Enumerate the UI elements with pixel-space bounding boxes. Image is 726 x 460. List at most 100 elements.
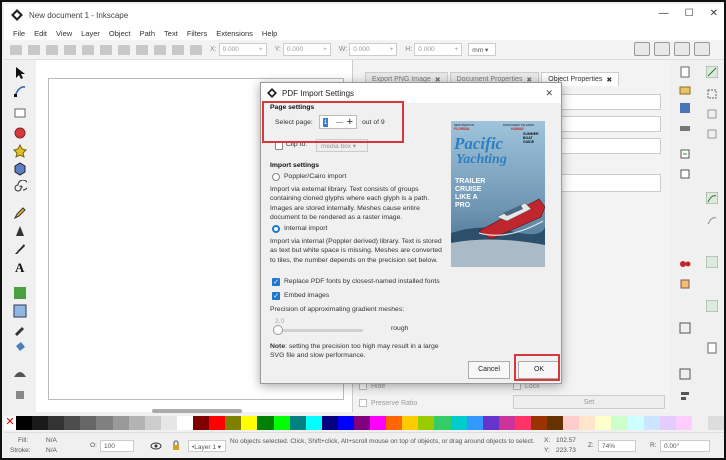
palette-swatch[interactable]: [466, 416, 483, 430]
palette-swatch[interactable]: [289, 416, 306, 430]
internal-import-radio[interactable]: [272, 225, 280, 233]
palette-swatch[interactable]: [450, 416, 467, 430]
palette-swatch[interactable]: [193, 416, 210, 430]
clip-to-checkbox[interactable]: [275, 142, 283, 150]
palette-swatch[interactable]: [482, 416, 499, 430]
ellipse-tool-icon[interactable]: [13, 126, 27, 140]
palette-swatch[interactable]: [418, 416, 435, 430]
palette-swatch[interactable]: [402, 416, 419, 430]
flip-horizontal-icon[interactable]: [100, 44, 112, 55]
palette-swatch[interactable]: [386, 416, 403, 430]
spiral-tool-icon[interactable]: [13, 180, 27, 194]
visibility-eye-icon[interactable]: [150, 440, 162, 452]
tweak-tool-icon[interactable]: [13, 366, 27, 380]
palette-swatch[interactable]: [305, 416, 322, 430]
zoom-field[interactable]: 74%: [598, 440, 636, 452]
raise-to-top-icon[interactable]: [136, 44, 148, 55]
palette-swatch[interactable]: [370, 416, 387, 430]
select-all-icon[interactable]: [10, 44, 22, 55]
lock-layer-icon[interactable]: [170, 440, 182, 452]
palette-swatch[interactable]: [241, 416, 258, 430]
deselect-icon[interactable]: [46, 44, 58, 55]
embed-images-checkbox[interactable]: ✓: [272, 292, 280, 300]
palette-swatch[interactable]: [112, 416, 129, 430]
snap-center-icon[interactable]: [706, 300, 718, 312]
star-tool-icon[interactable]: [13, 144, 27, 158]
layer-select[interactable]: •Layer 1 ▾: [188, 440, 226, 452]
palette-swatch[interactable]: [48, 416, 65, 430]
stroke-value[interactable]: N/A: [46, 447, 57, 454]
palette-swatch[interactable]: [32, 416, 49, 430]
palette-swatch[interactable]: [160, 416, 177, 430]
palette-swatch[interactable]: [225, 416, 242, 430]
palette-swatch[interactable]: [708, 416, 724, 430]
palette-swatch[interactable]: [144, 416, 161, 430]
precision-slider-handle[interactable]: [273, 325, 283, 335]
3d-box-tool-icon[interactable]: [13, 162, 27, 176]
mesh-tool-icon[interactable]: [13, 304, 27, 318]
new-document-icon[interactable]: [679, 66, 691, 78]
snap-page-icon[interactable]: [706, 342, 718, 354]
palette-swatch[interactable]: [128, 416, 145, 430]
palette-swatch[interactable]: [16, 416, 33, 430]
flip-vertical-icon[interactable]: [118, 44, 130, 55]
precision-slider-track[interactable]: [275, 329, 363, 332]
transform-corners-icon[interactable]: [654, 42, 670, 56]
xml-editor-icon[interactable]: [679, 368, 691, 380]
y-field[interactable]: 0.000 +: [282, 43, 331, 56]
export-icon[interactable]: [679, 168, 691, 180]
lower-icon[interactable]: [172, 44, 184, 55]
select-all-layers-icon[interactable]: [28, 44, 40, 55]
palette-swatch[interactable]: [273, 416, 290, 430]
set-button[interactable]: Set: [513, 395, 665, 409]
palette-swatch[interactable]: [675, 416, 692, 430]
menu-object[interactable]: Object: [109, 29, 131, 38]
units-select[interactable]: mm ▾: [468, 43, 497, 56]
maximize-button[interactable]: ☐: [685, 8, 694, 19]
replace-fonts-checkbox[interactable]: ✓: [272, 278, 280, 286]
palette-swatch[interactable]: [547, 416, 564, 430]
color-palette[interactable]: ✕: [4, 416, 724, 430]
transform-gradients-icon[interactable]: [674, 42, 690, 56]
palette-swatch[interactable]: [627, 416, 644, 430]
preserve-ratio-checkbox[interactable]: Preserve Ratio: [359, 399, 417, 407]
snap-bbox-corner-icon[interactable]: [706, 128, 718, 140]
menu-extensions[interactable]: Extensions: [216, 29, 253, 38]
spray-tool-icon[interactable]: [13, 386, 27, 400]
save-icon[interactable]: [679, 102, 691, 114]
palette-swatch[interactable]: [434, 416, 451, 430]
open-document-icon[interactable]: [679, 84, 691, 96]
paint-bucket-tool-icon[interactable]: [13, 340, 27, 354]
snap-toggle-icon[interactable]: [706, 66, 718, 78]
transform-stroke-icon[interactable]: [634, 42, 650, 56]
transform-patterns-icon[interactable]: [694, 42, 710, 56]
object-label-field[interactable]: [551, 116, 661, 132]
palette-swatch[interactable]: [337, 416, 354, 430]
palette-swatch[interactable]: [531, 416, 548, 430]
menu-text[interactable]: Text: [164, 29, 178, 38]
palette-swatch[interactable]: [579, 416, 596, 430]
palette-swatch[interactable]: [96, 416, 113, 430]
h-field[interactable]: 0.000 +: [414, 43, 463, 56]
import-icon[interactable]: [679, 148, 691, 160]
palette-swatch[interactable]: [643, 416, 660, 430]
menu-edit[interactable]: Edit: [34, 29, 47, 38]
palette-swatch[interactable]: [257, 416, 274, 430]
opacity-field[interactable]: 100: [100, 440, 134, 452]
align-icon[interactable]: [679, 390, 691, 402]
palette-swatch[interactable]: [595, 416, 612, 430]
minimize-button[interactable]: —: [659, 8, 669, 19]
palette-swatch[interactable]: [611, 416, 628, 430]
rotate-ccw-icon[interactable]: [64, 44, 76, 55]
node-tool-icon[interactable]: [13, 84, 27, 98]
menu-help[interactable]: Help: [262, 29, 277, 38]
palette-swatch[interactable]: [353, 416, 371, 430]
pencil-tool-icon[interactable]: [13, 206, 27, 220]
menu-view[interactable]: View: [56, 29, 72, 38]
poppler-cairo-radio[interactable]: [272, 173, 280, 181]
menu-filters[interactable]: Filters: [187, 29, 207, 38]
palette-swatch[interactable]: [209, 416, 226, 430]
horizontal-scrollbar[interactable]: [152, 409, 242, 413]
palette-swatch[interactable]: [321, 416, 338, 430]
x-field[interactable]: 0.000 +: [218, 43, 267, 56]
